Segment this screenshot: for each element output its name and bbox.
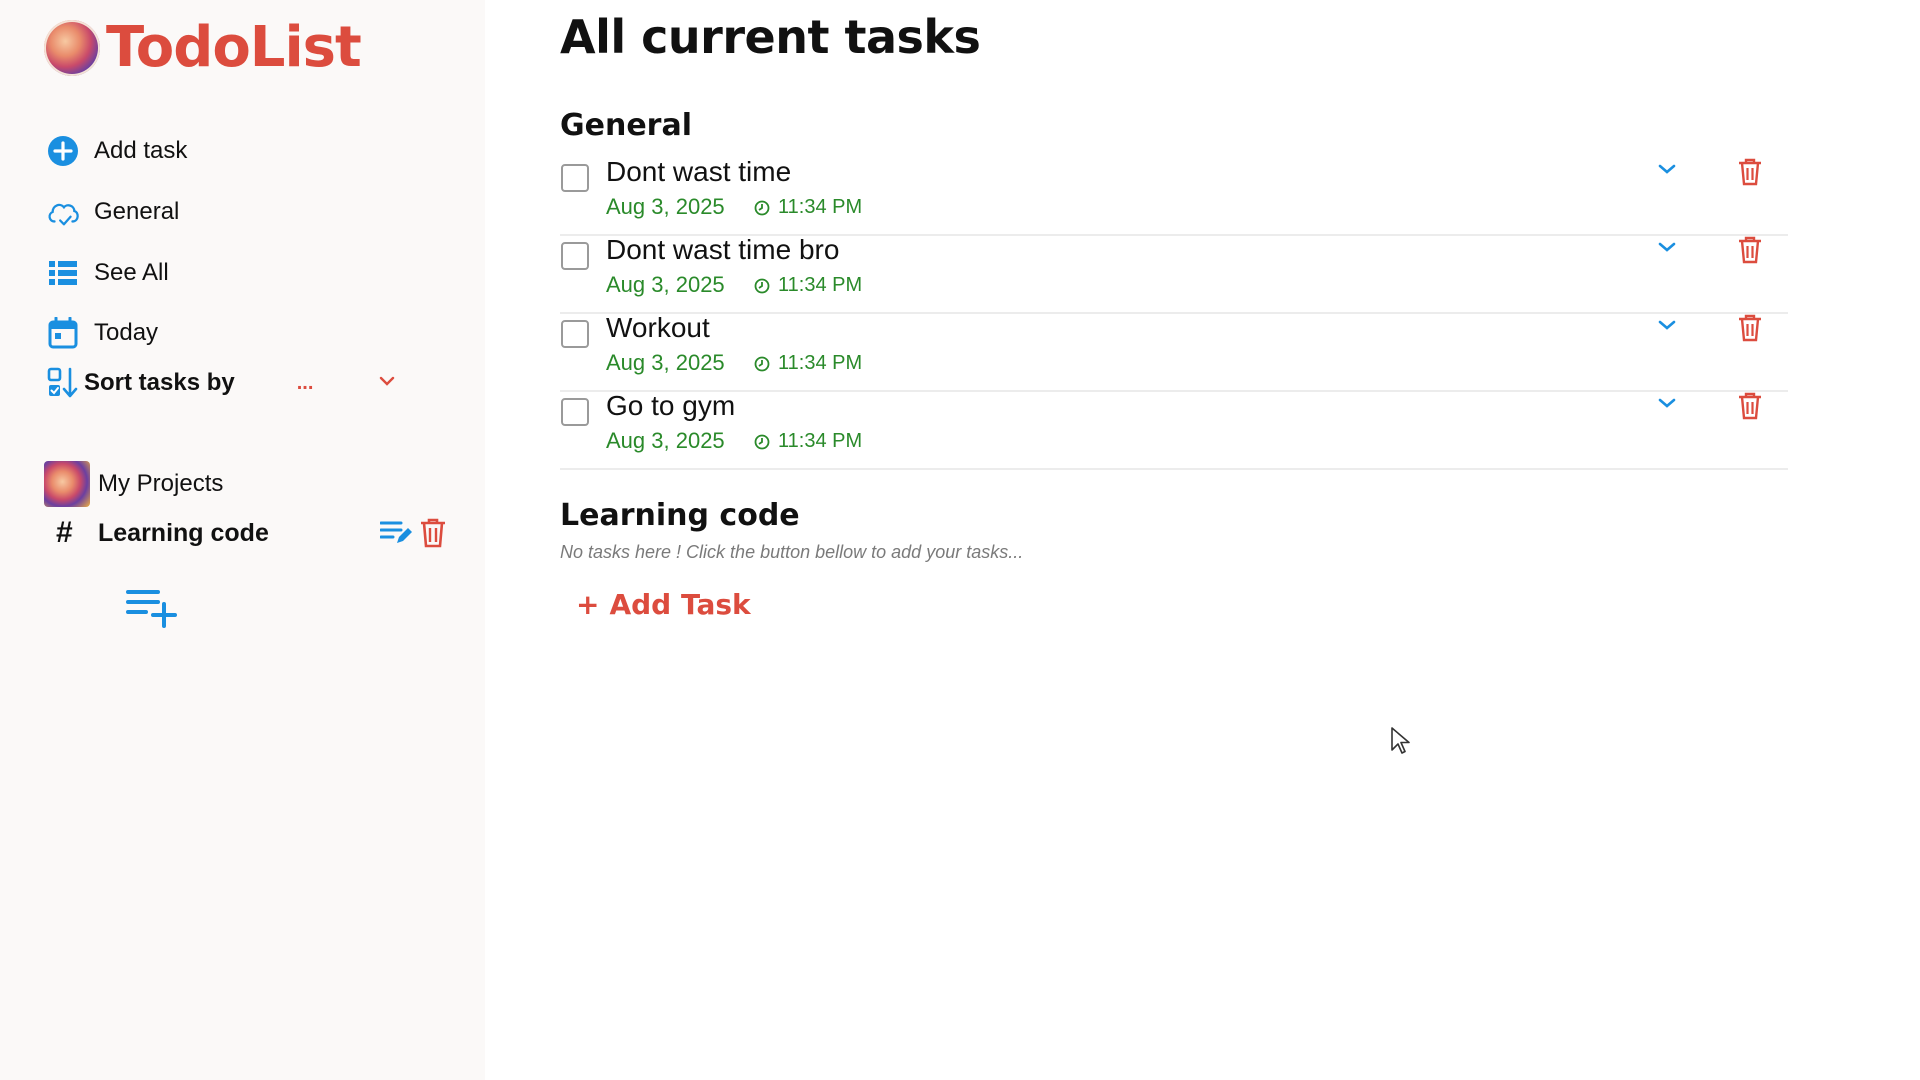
sidebar-item-add-task[interactable]: Add task [46, 134, 187, 168]
task-date: Aug 3, 2025 [606, 272, 725, 297]
task-checkbox[interactable] [561, 164, 589, 192]
delete-project-icon[interactable] [420, 518, 446, 548]
cloud-check-icon [46, 195, 80, 229]
delete-task-icon[interactable] [1738, 236, 1762, 269]
task-checkbox[interactable] [561, 242, 589, 270]
clock-icon [754, 200, 770, 216]
projects-heading: My Projects [44, 461, 223, 507]
sidebar-item-label: General [94, 198, 180, 225]
sort-select-value: ... [296, 371, 314, 394]
task-time-text: 11:34 PM [778, 430, 863, 452]
add-task-button[interactable]: + Add Task [576, 588, 751, 621]
add-task-label: Add Task [609, 588, 751, 621]
clock-icon [754, 278, 770, 294]
section-title: Learning code [560, 498, 800, 533]
expand-task-button[interactable] [1658, 162, 1676, 180]
project-item-learning-code[interactable]: # Learning code [56, 516, 446, 550]
delete-task-icon[interactable] [1738, 158, 1762, 191]
sidebar-item-see-all[interactable]: See All [46, 256, 169, 290]
plus-icon: + [576, 588, 600, 621]
mouse-cursor-icon [1390, 726, 1412, 761]
sort-label: Sort tasks by [84, 369, 235, 396]
empty-state-message: No tasks here ! Click the button bellow … [560, 542, 1024, 562]
section-title: General [560, 108, 692, 143]
task-item: Dont wast time bro Aug 3, 2025 11:34 PM [560, 234, 1788, 314]
delete-task-icon[interactable] [1738, 314, 1762, 347]
task-time-text: 11:34 PM [778, 274, 863, 296]
sidebar-item-label: See All [94, 259, 169, 286]
task-time-text: 11:34 PM [778, 352, 863, 374]
task-title: Dont wast time [606, 156, 792, 187]
avatar [44, 461, 90, 507]
clock-icon [754, 356, 770, 372]
task-title: Dont wast time bro [606, 234, 840, 265]
app-logo [44, 20, 100, 76]
task-item: Dont wast time Aug 3, 2025 11:34 PM [560, 156, 1788, 236]
sort-control: Sort tasks by ... [46, 366, 395, 400]
task-time: 11:34 PM [754, 196, 862, 219]
task-time: 11:34 PM [754, 430, 862, 453]
task-checkbox[interactable] [561, 398, 589, 426]
task-date: Aug 3, 2025 [606, 194, 725, 219]
task-time: 11:34 PM [754, 274, 862, 297]
projects-heading-label: My Projects [98, 470, 224, 497]
task-time-text: 11:34 PM [778, 196, 863, 218]
hash-icon: # [56, 516, 73, 549]
task-date: Aug 3, 2025 [606, 350, 725, 375]
task-item: Go to gym Aug 3, 2025 11:34 PM [560, 390, 1788, 470]
task-item: Workout Aug 3, 2025 11:34 PM [560, 312, 1788, 392]
chevron-down-icon [379, 374, 395, 392]
playlist-add-icon [126, 590, 178, 632]
brand[interactable]: TodoList [44, 15, 362, 80]
project-label: Learning code [98, 518, 269, 547]
add-project-button[interactable] [126, 588, 178, 633]
sidebar-item-label: Add task [94, 137, 188, 164]
expand-task-button[interactable] [1658, 240, 1676, 258]
expand-task-button[interactable] [1658, 396, 1676, 414]
edit-icon[interactable] [380, 520, 412, 546]
sidebar: TodoList Add task General See All Today … [0, 0, 485, 1080]
sort-select[interactable]: ... [275, 368, 395, 398]
delete-task-icon[interactable] [1738, 392, 1762, 425]
page-title: All current tasks [560, 10, 981, 64]
sidebar-item-label: Today [94, 319, 159, 346]
list-icon [46, 256, 80, 290]
sidebar-item-today[interactable]: Today [46, 316, 158, 350]
task-title: Go to gym [606, 390, 736, 421]
calendar-icon [46, 316, 80, 350]
task-checkbox[interactable] [561, 320, 589, 348]
sort-icon [46, 366, 80, 400]
expand-task-button[interactable] [1658, 318, 1676, 336]
task-time: 11:34 PM [754, 352, 862, 375]
clock-icon [754, 434, 770, 450]
plus-circle-icon [46, 134, 80, 168]
task-title: Workout [606, 312, 710, 343]
sidebar-item-general[interactable]: General [46, 195, 179, 229]
task-date: Aug 3, 2025 [606, 428, 725, 453]
app-title: TodoList [106, 15, 362, 80]
